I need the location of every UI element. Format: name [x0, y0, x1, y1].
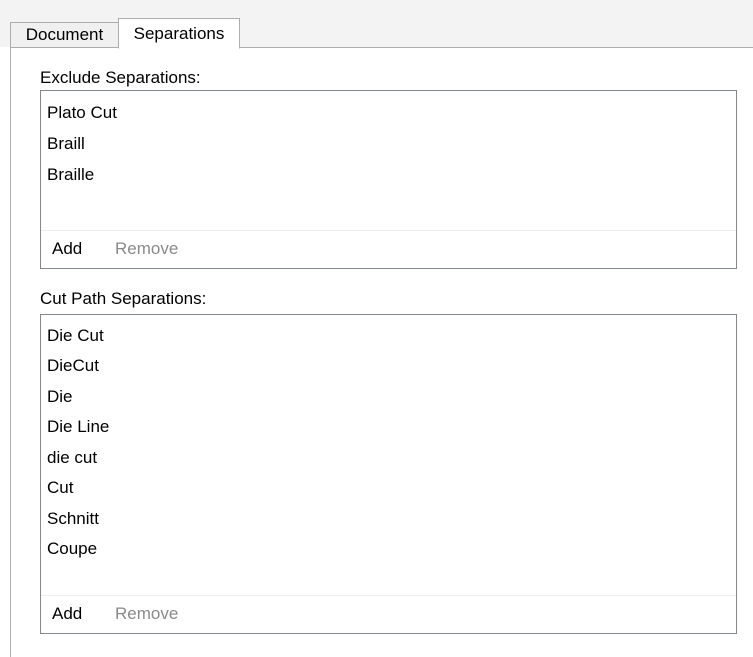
list-item[interactable]: Die Line: [47, 414, 109, 440]
cut-path-remove-button[interactable]: Remove: [115, 596, 178, 632]
cut-path-add-button[interactable]: Add: [52, 596, 82, 632]
exclude-separations-label: Exclude Separations:: [40, 68, 201, 87]
tab-document[interactable]: Document: [10, 22, 118, 48]
list-item[interactable]: Braille: [47, 162, 94, 188]
list-item[interactable]: DieCut: [47, 353, 99, 379]
tab-bar: Document Separations: [0, 0, 753, 49]
exclude-remove-button[interactable]: Remove: [115, 231, 178, 267]
tab-separations[interactable]: Separations: [118, 18, 240, 49]
list-item[interactable]: Die Cut: [47, 323, 104, 349]
cut-path-separations-list[interactable]: Die Cut DieCut Die Die Line die cut Cut …: [40, 314, 737, 634]
list-item[interactable]: Schnitt: [47, 506, 99, 532]
list-item[interactable]: Plato Cut: [47, 100, 117, 126]
exclude-separations-list[interactable]: Plato Cut Braill Braille Add Remove: [40, 90, 737, 269]
list-item[interactable]: Die: [47, 384, 73, 410]
list-item[interactable]: Cut: [47, 475, 73, 501]
exclude-add-button[interactable]: Add: [52, 231, 82, 267]
exclude-list-footer: Add Remove: [41, 230, 736, 268]
list-item[interactable]: Coupe: [47, 536, 97, 562]
list-item[interactable]: Braill: [47, 131, 85, 157]
list-item[interactable]: die cut: [47, 445, 97, 471]
cut-path-separations-label: Cut Path Separations:: [40, 289, 207, 308]
cut-path-list-footer: Add Remove: [41, 595, 736, 633]
